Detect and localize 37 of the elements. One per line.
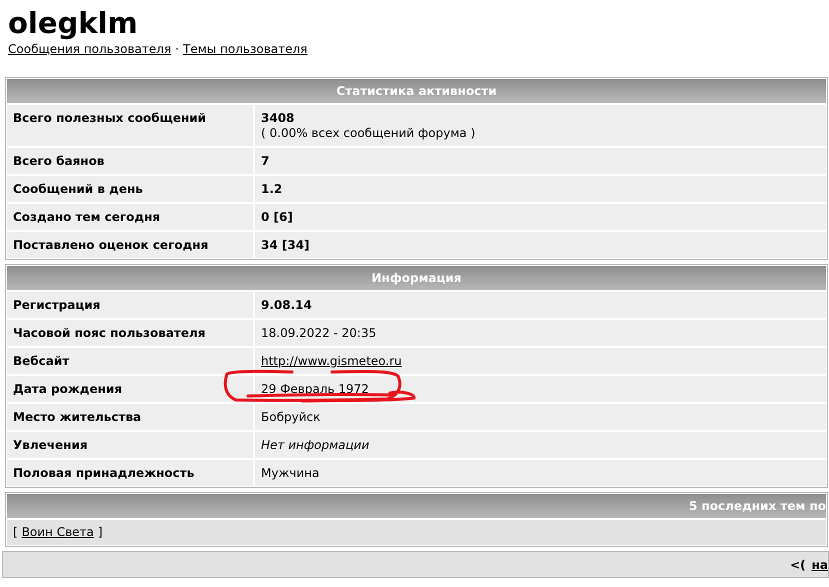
field-value: Бобруйск [261,410,320,424]
field-label: Поставлено оценок сегодня [7,232,255,258]
field-value: Мужчина [261,466,320,480]
field-value: 7 [261,154,270,168]
field-value: 0 [6] [261,210,293,224]
bracket: ] [98,525,103,539]
field-label: Сообщений в день [7,176,255,202]
field-label: Увлечения [7,432,255,458]
profile-link[interactable]: Сообщения пользователя [8,42,172,56]
section-header: Статистика активности [7,79,826,103]
field-value: 29 Февраль 1972 [261,382,369,396]
field-label: Половая принадлежность [7,460,255,486]
topic-link[interactable]: Воин Света [22,525,94,539]
field-label: Часовой пояс пользователя [7,320,255,346]
field-label: Вебсайт [7,348,255,374]
field-value: 34 [34] [261,238,310,252]
field-value: 9.08.14 [261,298,312,312]
field-value: Нет информации [261,438,370,452]
field-label: Создано тем сегодня [7,204,255,230]
section-header: Информация [7,266,826,290]
field-value: 3408 [261,111,294,125]
field-note: ( 0.00% всех сообщений форума ) [261,126,476,140]
field-label: Всего баянов [7,148,255,174]
field-label: Всего полезных сообщений [7,105,255,146]
field-label: Регистрация [7,292,255,318]
bracket: [ [13,525,18,539]
field-value: 18.09.2022 - 20:35 [261,326,376,340]
field-value: 1.2 [261,182,282,196]
section-header: 5 последних тем по [7,494,826,518]
profile-link[interactable]: Темы пользователя [183,42,308,56]
nav-link[interactable]: на [812,558,828,572]
nav-prefix: <( [790,558,806,572]
website-link[interactable]: http://www.gismeteo.ru [261,354,402,368]
user-name: olegklm [8,6,138,40]
field-label: Место жительства [7,404,255,430]
separator: · [175,42,179,56]
field-label: Дата рождения [7,376,255,402]
